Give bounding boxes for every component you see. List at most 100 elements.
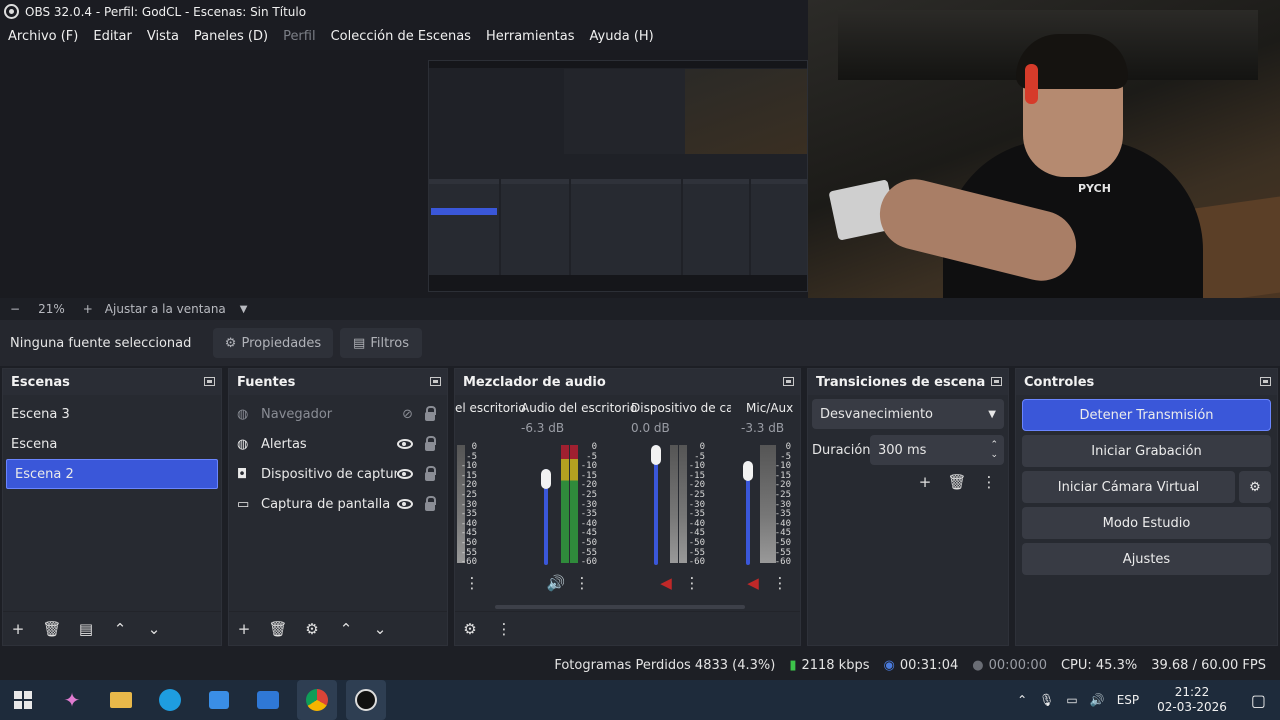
mixer-channel-db: -6.3 dB (521, 421, 565, 435)
notifications-icon[interactable]: ▢ (1251, 691, 1266, 710)
menu-perfil[interactable]: Perfil (283, 29, 316, 44)
undock-icon[interactable] (783, 377, 794, 386)
menu-editar[interactable]: Editar (93, 29, 132, 44)
advanced-audio-icon[interactable]: ⚙ (461, 620, 479, 638)
nested-preview-image (428, 60, 808, 292)
menu-ayuda[interactable]: Ayuda (H) (590, 29, 654, 44)
mixer-footer: ⚙ ⋮ (455, 611, 800, 645)
more-options-icon[interactable]: ⋮ (463, 574, 481, 592)
filter-icon[interactable]: ▤ (77, 620, 95, 638)
studio-mode-button[interactable]: Modo Estudio (1022, 507, 1271, 539)
more-options-icon[interactable]: ⋮ (980, 473, 998, 491)
trash-icon[interactable]: 🗑 (42, 620, 61, 638)
settings-button[interactable]: Ajustes (1022, 543, 1271, 575)
undock-icon[interactable] (430, 377, 441, 386)
fit-window-button[interactable]: Ajustar a la ventana (105, 302, 226, 316)
undock-icon[interactable] (204, 377, 215, 386)
add-icon[interactable]: + (916, 473, 934, 491)
scene-item-selected[interactable]: Escena 2 (6, 459, 218, 489)
more-options-icon[interactable]: ⋮ (573, 574, 591, 592)
arrow-up-icon[interactable]: ⌃ (111, 620, 129, 638)
virtual-camera-settings-icon[interactable]: ⚙ (1239, 471, 1271, 503)
zoom-bar: − 21% + Ajustar a la ventana ▼ (0, 298, 1280, 320)
add-icon[interactable]: + (9, 620, 27, 638)
arrow-down-icon[interactable]: ⌄ (145, 620, 163, 638)
trash-icon[interactable]: 🗑 (268, 620, 287, 638)
trash-icon[interactable]: 🗑 (947, 473, 966, 491)
more-options-icon[interactable]: ⋮ (683, 574, 701, 592)
duration-spinbox[interactable]: 300 ms ⌃ ⌄ (870, 435, 1004, 465)
arrow-down-icon[interactable]: ⌄ (371, 620, 389, 638)
speaker-muted-icon[interactable]: ◀ (657, 574, 675, 592)
obs-taskbar-icon[interactable] (346, 680, 386, 720)
volume-meter (561, 445, 569, 563)
stream-icon: ◉ (883, 657, 895, 673)
menu-paneles[interactable]: Paneles (D) (194, 29, 268, 44)
transitions-dock: Transiciones de escena Desvanecimiento ▼… (807, 368, 1009, 646)
properties-button[interactable]: ⚙ Propiedades (213, 328, 333, 358)
menu-vista[interactable]: Vista (147, 29, 179, 44)
arrow-up-icon[interactable]: ⌃ (337, 620, 355, 638)
start-recording-button[interactable]: Iniciar Grabación (1022, 435, 1271, 467)
volume-slider-knob[interactable] (743, 461, 753, 481)
zoom-dropdown-icon[interactable]: ▼ (240, 304, 248, 315)
eye-icon[interactable] (397, 499, 413, 509)
volume-icon[interactable]: 🔊 (1090, 693, 1105, 707)
scene-item[interactable]: Escena (3, 429, 221, 459)
chevron-up-icon[interactable]: ⌃ (1017, 693, 1027, 707)
menu-coleccion-escenas[interactable]: Colección de Escenas (331, 29, 471, 44)
source-item[interactable]: ▭ Captura de pantalla (229, 489, 447, 519)
source-item[interactable]: ◘ Dispositivo de captura (229, 459, 447, 489)
source-toolbar: Ninguna fuente seleccionad ⚙ Propiedades … (0, 320, 1280, 366)
more-options-icon[interactable]: ⋮ (771, 574, 789, 592)
mic-muted-icon[interactable]: ◀ (744, 574, 762, 592)
scene-item[interactable]: Escena 3 (3, 399, 221, 429)
speaker-icon[interactable]: 🔊 (547, 574, 566, 592)
eye-hidden-icon[interactable]: ⊘ (402, 407, 413, 422)
gear-icon[interactable]: ⚙ (303, 620, 321, 638)
undock-icon[interactable] (1260, 377, 1271, 386)
volume-slider-knob[interactable] (651, 445, 661, 465)
mixer-channel-name: Audio del escritorio (521, 401, 638, 415)
menu-herramientas[interactable]: Herramientas (486, 29, 575, 44)
spin-arrows-icon[interactable]: ⌃ ⌄ (990, 440, 998, 460)
lock-icon[interactable] (425, 465, 436, 481)
start-virtual-camera-button[interactable]: Iniciar Cámara Virtual (1022, 471, 1235, 503)
signal-bars-icon: ▮ (789, 657, 797, 673)
copilot-icon[interactable]: ✦ (52, 680, 92, 720)
eye-icon[interactable] (397, 439, 413, 449)
undock-icon[interactable] (991, 377, 1002, 386)
windows-start-icon[interactable] (3, 680, 43, 720)
eye-icon[interactable] (397, 469, 413, 479)
mixer-channel-name: Dispositivo de capt (631, 401, 731, 415)
zoom-out-button[interactable]: − (10, 302, 20, 316)
scenes-footer: + 🗑 ▤ ⌃ ⌄ (3, 611, 221, 645)
lock-icon[interactable] (425, 435, 436, 451)
add-icon[interactable]: + (235, 620, 253, 638)
filters-button[interactable]: ▤ Filtros (340, 328, 422, 358)
lock-icon[interactable] (425, 405, 436, 421)
menu-archivo[interactable]: Archivo (F) (8, 29, 78, 44)
microphone-icon[interactable]: 🎙 (1039, 693, 1054, 707)
sources-footer: + 🗑 ⚙ ⌃ ⌄ (229, 611, 447, 645)
microsoft-store-icon[interactable] (199, 680, 239, 720)
lock-icon[interactable] (425, 495, 436, 511)
mixer-horizontal-scrollbar[interactable] (495, 605, 745, 609)
transition-select[interactable]: Desvanecimiento ▼ (812, 399, 1004, 429)
chrome-icon[interactable] (297, 680, 337, 720)
taskbar-clock[interactable]: 21:22 02-03-2026 (1157, 685, 1227, 715)
stop-streaming-button[interactable]: Detener Transmisión (1022, 399, 1271, 431)
file-explorer-icon[interactable] (101, 680, 141, 720)
source-item[interactable]: ◍ Alertas (229, 429, 447, 459)
language-indicator[interactable]: ESP (1117, 693, 1139, 707)
duration-label: Duración (812, 442, 871, 458)
audio-mixer-dock: Mezclador de audio el escritorio 0 -5 -10-… (454, 368, 801, 646)
volume-slider-knob[interactable] (541, 469, 551, 489)
more-options-icon[interactable]: ⋮ (495, 620, 513, 638)
outlook-icon[interactable] (248, 680, 288, 720)
cpu-usage: CPU: 45.3% (1060, 657, 1138, 673)
edge-browser-icon[interactable] (150, 680, 190, 720)
zoom-in-button[interactable]: + (83, 302, 93, 316)
source-item[interactable]: ◍ Navegador ⊘ (229, 399, 447, 429)
network-icon[interactable]: ▭ (1066, 693, 1077, 707)
